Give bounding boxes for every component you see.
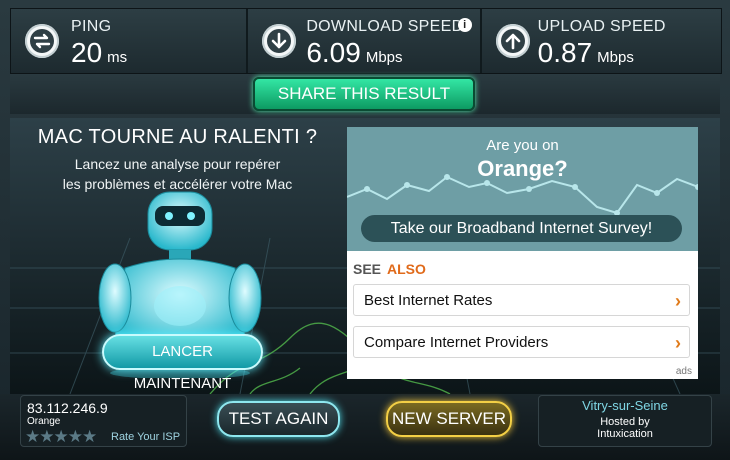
- download-value: 6.09 Mbps: [306, 37, 403, 68]
- ping-arrows-icon: [25, 24, 59, 58]
- see-also-heading: SEE ALSO: [353, 261, 426, 277]
- hosted-by: Hosted by Intuxication: [597, 416, 653, 440]
- isp-name: Orange: [27, 416, 61, 427]
- ping-label: PING: [71, 18, 112, 35]
- compare-providers-link[interactable]: Compare Internet Providers ›: [353, 326, 690, 358]
- server-info-panel: Vitry-sur-Seine Hosted by Intuxication: [538, 395, 712, 447]
- ip-address: 83.112.246.9: [27, 400, 108, 416]
- download-label: DOWNLOAD SPEED: [306, 18, 464, 35]
- best-rates-link[interactable]: Best Internet Rates ›: [353, 284, 690, 316]
- ping-stat: PING 20 ms: [11, 9, 249, 73]
- mac-ad-title: MAC TOURNE AU RALENTI ?: [37, 126, 318, 148]
- ads-label: ads: [675, 366, 692, 377]
- survey-ad: Are you on Orange? Take our Broadband In…: [347, 127, 698, 379]
- survey-button[interactable]: Take our Broadband Internet Survey!: [361, 215, 682, 242]
- rating-stars[interactable]: ★★★★★: [25, 427, 97, 447]
- rate-isp-label: Rate Your ISP: [111, 431, 181, 443]
- download-stat: DOWNLOAD SPEED 6.09 Mbps i: [248, 9, 482, 73]
- survey-isp: Orange?: [477, 156, 568, 181]
- new-server-button[interactable]: NEW SERVER: [386, 401, 512, 437]
- share-result-button[interactable]: SHARE THIS RESULT: [253, 77, 475, 111]
- survey-question: Are you on: [486, 137, 559, 154]
- stats-bar: PING 20 ms DOWNLOAD SPEED 6.09 Mbps i UPLO…: [10, 8, 722, 74]
- ping-value: 20 ms: [71, 37, 128, 68]
- survey-banner[interactable]: Are you on Orange? Take our Broadband In…: [347, 127, 698, 251]
- download-arrow-icon: [262, 24, 297, 58]
- info-icon[interactable]: i: [457, 18, 472, 32]
- upload-label: UPLOAD SPEED: [537, 18, 666, 35]
- mac-ad[interactable]: MAC TOURNE AU RALENTI ? Lancez une analy…: [20, 118, 335, 392]
- upload-value: 0.87 Mbps: [537, 37, 634, 68]
- upload-arrow-icon: [495, 24, 530, 58]
- test-again-button[interactable]: TEST AGAIN: [217, 401, 340, 437]
- chevron-right-icon: ›: [675, 291, 681, 311]
- lancer-maintenant-button[interactable]: LANCER MAINTENANT: [102, 334, 263, 392]
- chevron-right-icon: ›: [675, 333, 681, 353]
- upload-stat: UPLOAD SPEED 0.87 Mbps: [482, 9, 721, 73]
- client-info-panel: 83.112.246.9 Orange ★★★★★ Rate Your ISP: [20, 395, 187, 447]
- server-city: Vitry-sur-Seine: [582, 398, 668, 413]
